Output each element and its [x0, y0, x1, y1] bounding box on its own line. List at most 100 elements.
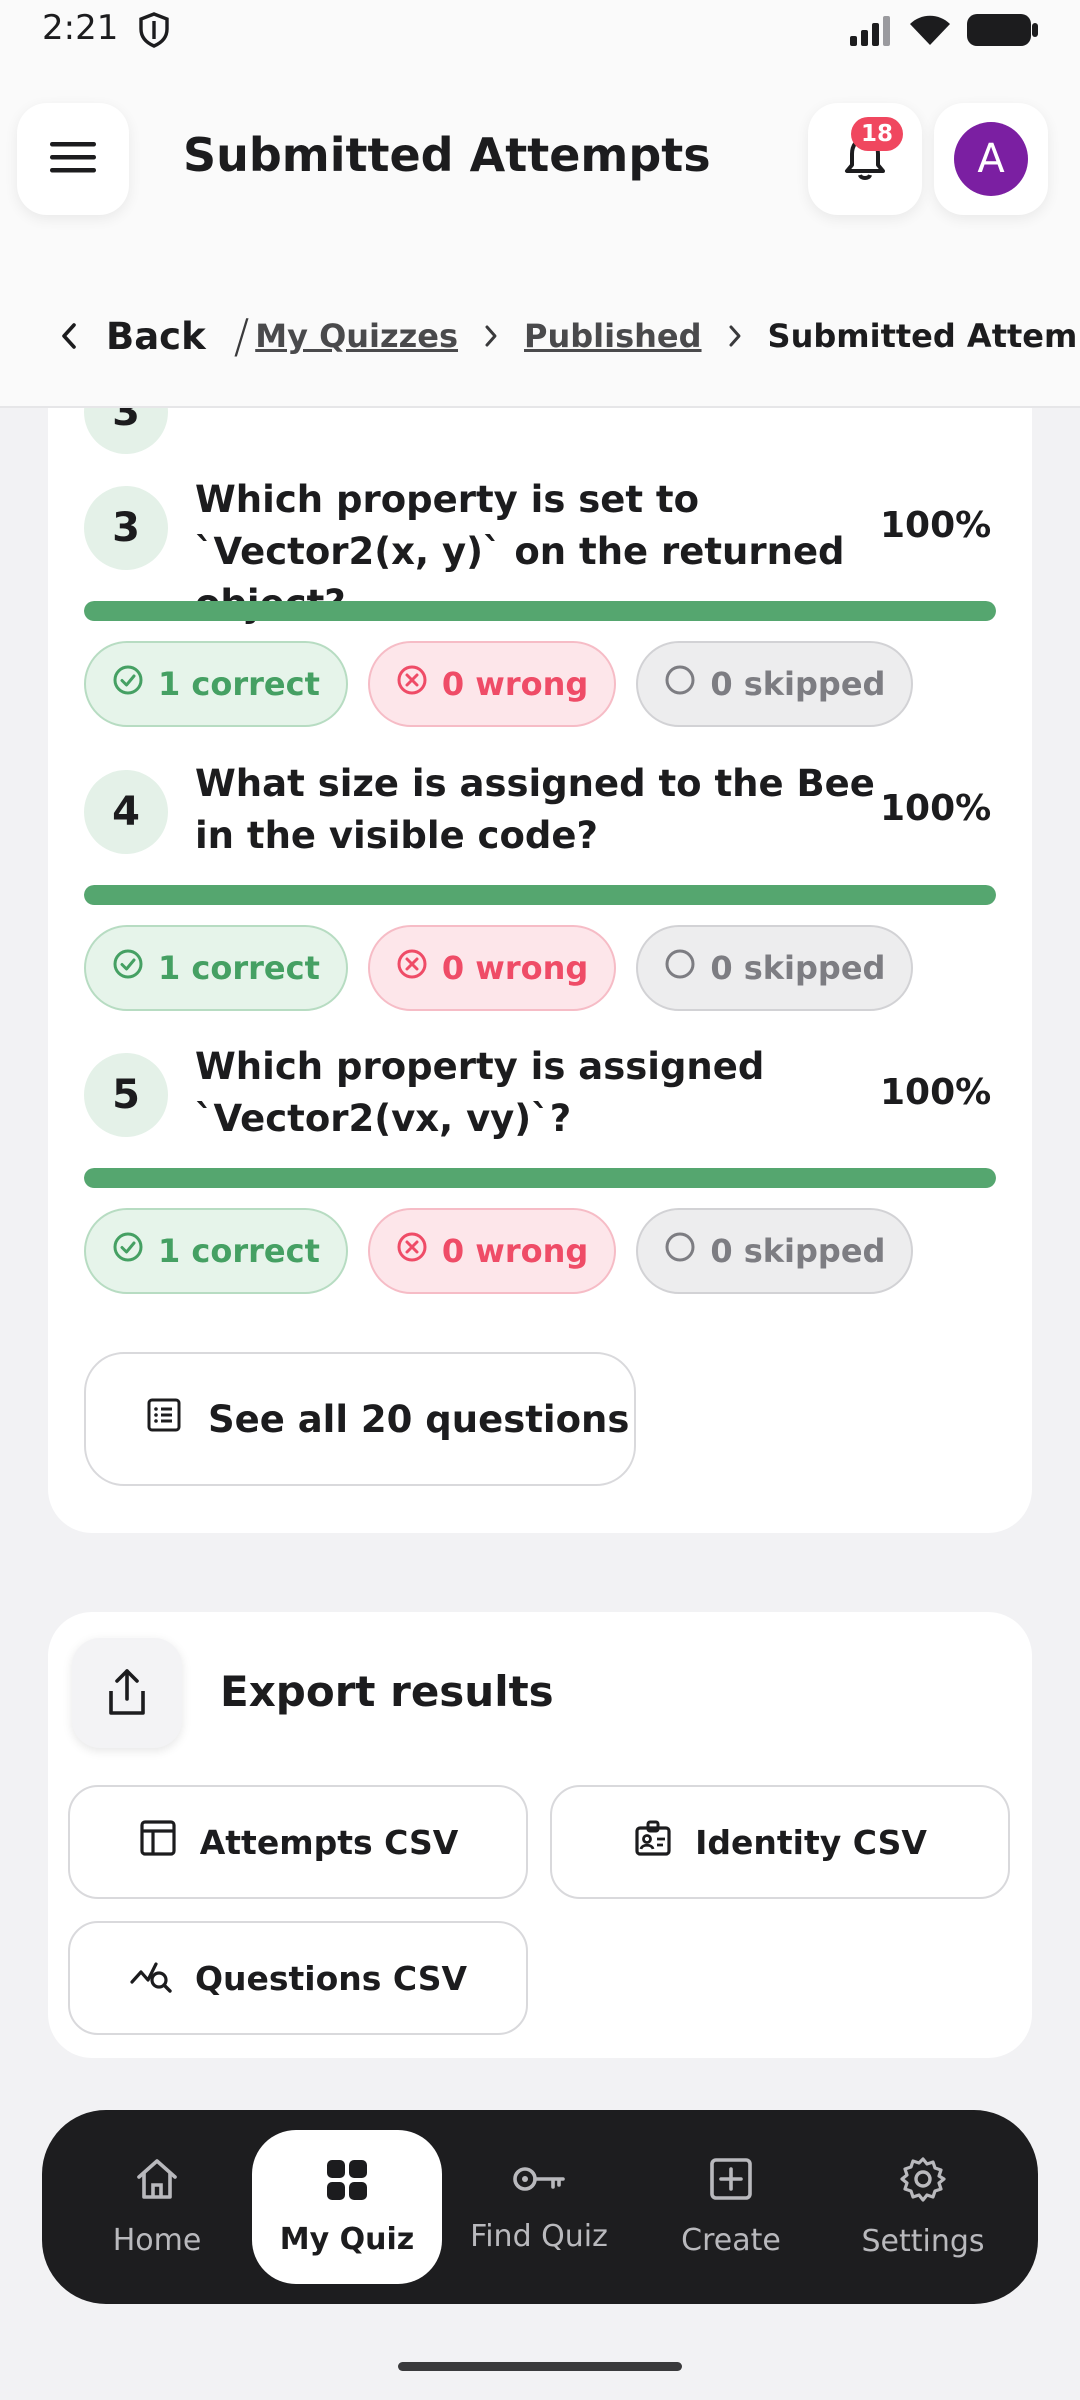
- chart-search-icon: [129, 1954, 173, 2002]
- progress-fill: [84, 885, 996, 905]
- question-percent: 100%: [880, 1072, 992, 1113]
- breadcrumb-my-quizzes[interactable]: My Quizzes: [255, 317, 458, 355]
- gear-icon: [900, 2156, 946, 2210]
- nav-create-label: Create: [681, 2222, 781, 2258]
- skipped-count: 0 skipped: [710, 949, 886, 987]
- x-circle-icon: [396, 664, 428, 704]
- nav-my-quiz-label: My Quiz: [279, 2221, 415, 2257]
- correct-pill: 1 correct: [84, 1208, 348, 1294]
- answer-stats: 1 correct 0 wrong 0 skipped: [84, 925, 914, 1011]
- identity-csv-label: Identity CSV: [695, 1822, 927, 1862]
- home-icon: [134, 2157, 180, 2209]
- skipped-count: 0 skipped: [710, 1232, 886, 1270]
- nav-find-quiz[interactable]: Find Quiz: [444, 2110, 634, 2304]
- wrong-pill: 0 wrong: [367, 1208, 617, 1294]
- breadcrumb: Back / My Quizzes Published Submitted At…: [60, 306, 1080, 366]
- question-progress-bar: [84, 601, 996, 621]
- chevron-right-icon: [484, 324, 498, 348]
- nav-create[interactable]: Create: [636, 2110, 826, 2304]
- table-icon: [138, 1818, 178, 1866]
- nav-settings[interactable]: Settings: [828, 2110, 1018, 2304]
- x-circle-icon: [396, 948, 428, 988]
- back-link[interactable]: Back: [106, 315, 206, 358]
- question-text[interactable]: What size is assigned to the Bee in the …: [195, 758, 875, 862]
- chevron-left-icon[interactable]: [60, 322, 86, 350]
- nav-home[interactable]: Home: [62, 2110, 252, 2304]
- wrong-count: 0 wrong: [441, 665, 589, 703]
- notification-badge: 18: [851, 117, 903, 151]
- menu-icon: [48, 139, 98, 179]
- circle-icon: [664, 664, 696, 704]
- key-icon: [511, 2161, 567, 2205]
- list-icon: [146, 1397, 182, 1442]
- wrong-count: 0 wrong: [441, 949, 589, 987]
- correct-count: 1 correct: [158, 1232, 320, 1270]
- skipped-pill: 0 skipped: [636, 925, 914, 1011]
- breadcrumb-published[interactable]: Published: [524, 317, 702, 355]
- export-card: Export results Attempts CSV Identity CSV…: [48, 1612, 1032, 2058]
- notifications-button[interactable]: 18: [808, 103, 922, 215]
- nav-find-quiz-label: Find Quiz: [470, 2218, 608, 2254]
- circle-icon: [664, 1231, 696, 1271]
- progress-fill: [84, 1168, 996, 1188]
- see-all-label: See all 20 questions: [208, 1397, 630, 1441]
- circle-icon: [664, 948, 696, 988]
- nav-settings-label: Settings: [861, 2223, 985, 2259]
- skipped-pill: 0 skipped: [636, 1208, 914, 1294]
- home-indicator[interactable]: [398, 2362, 682, 2371]
- status-icons: [848, 12, 1040, 52]
- question-number: 3: [84, 486, 168, 570]
- attempts-csv-label: Attempts CSV: [199, 1822, 459, 1862]
- avatar: A: [954, 122, 1028, 196]
- id-card-icon: [633, 1818, 673, 1866]
- question-text[interactable]: Which property is assigned `Vector2(vx, …: [195, 1041, 875, 1145]
- shield-icon: [138, 12, 170, 52]
- nav-home-label: Home: [112, 2222, 202, 2258]
- correct-count: 1 correct: [158, 949, 320, 987]
- plus-square-icon: [709, 2157, 753, 2209]
- nav-my-quiz[interactable]: My Quiz: [252, 2130, 442, 2284]
- status-bar: 2:21: [0, 0, 1080, 68]
- skipped-pill: 0 skipped: [636, 641, 914, 727]
- answer-stats: 1 correct 0 wrong 0 skipped: [84, 1208, 914, 1294]
- breadcrumb-current: Submitted Attempts: [767, 317, 1080, 355]
- identity-csv-button[interactable]: Identity CSV: [550, 1785, 1010, 1899]
- question-progress-bar: [84, 1168, 996, 1188]
- app-header: Submitted Attempts 18 A Back / My Quizze…: [0, 68, 1080, 408]
- x-circle-icon: [396, 1231, 428, 1271]
- skipped-count: 0 skipped: [710, 665, 886, 703]
- see-all-questions-button[interactable]: See all 20 questions: [84, 1352, 636, 1486]
- progress-fill: [84, 601, 996, 621]
- grid-icon: [325, 2158, 369, 2210]
- check-circle-icon: [112, 948, 144, 988]
- wrong-pill: 0 wrong: [367, 925, 617, 1011]
- check-circle-icon: [112, 1231, 144, 1271]
- check-circle-icon: [112, 664, 144, 704]
- question-progress-bar: [84, 885, 996, 905]
- export-title: Export results: [220, 1667, 554, 1716]
- question-percent: 100%: [880, 788, 992, 829]
- question-number: 5: [84, 1053, 168, 1137]
- signal-icon: [848, 14, 894, 50]
- attempts-csv-button[interactable]: Attempts CSV: [68, 1785, 528, 1899]
- wrong-pill: 0 wrong: [367, 641, 617, 727]
- correct-pill: 1 correct: [84, 925, 348, 1011]
- correct-pill: 1 correct: [84, 641, 348, 727]
- battery-icon: [966, 12, 1040, 52]
- questions-csv-label: Questions CSV: [194, 1958, 468, 1998]
- bottom-nav: Home My Quiz Find Quiz Create Settings: [42, 2110, 1038, 2304]
- wifi-icon: [908, 13, 952, 51]
- profile-button[interactable]: A: [934, 103, 1048, 215]
- breadcrumb-divider: /: [233, 309, 250, 363]
- questions-csv-button[interactable]: Questions CSV: [68, 1921, 528, 2035]
- share-icon: [72, 1638, 182, 1748]
- status-time: 2:21: [42, 8, 119, 48]
- correct-count: 1 correct: [158, 665, 320, 703]
- menu-button[interactable]: [17, 103, 129, 215]
- answer-stats: 1 correct 0 wrong 0 skipped: [84, 641, 914, 727]
- question-percent: 100%: [880, 505, 992, 546]
- chevron-right-icon: [728, 324, 742, 348]
- page-title: Submitted Attempts: [183, 128, 711, 182]
- question-number: 4: [84, 770, 168, 854]
- wrong-count: 0 wrong: [441, 1232, 589, 1270]
